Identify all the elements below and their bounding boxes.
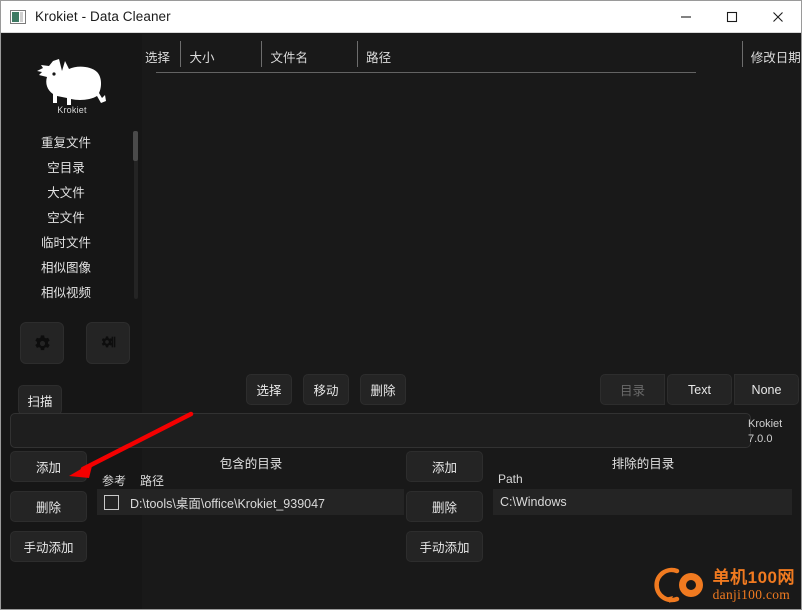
included-add-button[interactable]: 添加 bbox=[10, 451, 87, 482]
delete-button[interactable]: 删除 bbox=[360, 374, 406, 405]
excluded-column-headers: Path bbox=[498, 472, 523, 486]
window-title: Krokiet - Data Cleaner bbox=[35, 9, 171, 24]
select-button[interactable]: 选择 bbox=[246, 374, 292, 405]
included-column-headers: 参考 路径 bbox=[102, 472, 164, 489]
excluded-add-button[interactable]: 添加 bbox=[406, 451, 483, 482]
scan-button[interactable]: 扫描 bbox=[18, 385, 62, 415]
sidebar-nav: 重复文件 空目录 大文件 空文件 临时文件 相似图像 相似视频 bbox=[2, 129, 142, 304]
excluded-manual-add-button[interactable]: 手动添加 bbox=[406, 531, 483, 562]
results-column-headers: 选择 大小 文件名 路径 修改日期 bbox=[143, 41, 801, 73]
results-header-divider bbox=[156, 72, 696, 73]
minimize-icon bbox=[681, 15, 691, 18]
included-directories-panel: 添加 删除 手动添加 包含的目录 参考 路径 D:\tools\桌面\offic… bbox=[10, 451, 406, 603]
sidebar-item-temporary-files[interactable]: 临时文件 bbox=[2, 229, 130, 254]
application-window: Krokiet - Data Cleaner Krokiet 重复文件 空目录 … bbox=[0, 0, 802, 610]
status-message-box bbox=[10, 413, 751, 448]
version-label: Krokiet 7.0.0 bbox=[748, 413, 796, 447]
excluded-panel-title: 排除的目录 bbox=[611, 457, 675, 471]
included-panel-title: 包含的目录 bbox=[219, 457, 283, 471]
move-button[interactable]: 移动 bbox=[303, 374, 349, 405]
view-mode-none-button[interactable]: None bbox=[734, 374, 799, 405]
view-mode-directory-button[interactable]: 目录 bbox=[600, 374, 665, 405]
minimize-button[interactable] bbox=[663, 1, 709, 33]
krokiet-cow-logo-icon bbox=[37, 59, 106, 105]
sidebar-item-similar-images[interactable]: 相似图像 bbox=[2, 254, 130, 279]
gear-icon bbox=[34, 334, 50, 350]
excluded-panel-buttons: 添加 删除 手动添加 bbox=[406, 451, 483, 562]
settings-button[interactable] bbox=[20, 322, 64, 364]
excluded-column-path: Path bbox=[498, 472, 523, 486]
included-row-path: D:\tools\桌面\office\Krokiet_939047 bbox=[130, 496, 326, 511]
watermark-domain-text: danji100.com bbox=[712, 586, 791, 602]
danji100-logo-icon bbox=[654, 567, 703, 603]
close-button[interactable] bbox=[755, 1, 801, 33]
sidebar-item-empty-files[interactable]: 空文件 bbox=[2, 204, 130, 229]
view-mode-text-button[interactable]: Text bbox=[667, 374, 732, 405]
included-column-path: 路径 bbox=[140, 474, 165, 488]
settings-sliders-icon bbox=[101, 335, 115, 347]
action-toolbar: 选择 移动 删除 目录 Text None bbox=[143, 374, 801, 406]
logo-caption: Krokiet bbox=[57, 105, 87, 115]
column-header-path[interactable]: 路径 bbox=[357, 41, 742, 67]
maximize-button[interactable] bbox=[709, 1, 755, 33]
column-header-modified-date[interactable]: 修改日期 bbox=[741, 41, 801, 67]
sidebar-scrollbar-thumb[interactable] bbox=[133, 131, 138, 161]
close-icon bbox=[773, 11, 783, 22]
file-action-buttons: 选择 移动 删除 bbox=[246, 374, 406, 405]
sidebar-item-duplicate-files[interactable]: 重复文件 bbox=[2, 129, 130, 154]
excluded-delete-button[interactable]: 删除 bbox=[406, 491, 483, 522]
view-mode-buttons: 目录 Text None bbox=[600, 374, 799, 405]
list-item[interactable]: D:\tools\桌面\office\Krokiet_939047 bbox=[97, 489, 404, 515]
included-row-checkbox[interactable] bbox=[104, 494, 119, 510]
included-manual-add-button[interactable]: 手动添加 bbox=[10, 531, 87, 562]
included-panel-body: 包含的目录 参考 路径 D:\tools\桌面\office\Krokiet_9… bbox=[96, 451, 406, 603]
list-item[interactable]: C:\Windows bbox=[493, 489, 792, 515]
included-column-reference: 参考 bbox=[102, 474, 127, 488]
sidebar-icon-buttons bbox=[2, 304, 142, 364]
included-delete-button[interactable]: 删除 bbox=[10, 491, 87, 522]
about-button[interactable] bbox=[86, 322, 130, 364]
sidebar-scrollbar[interactable] bbox=[133, 131, 138, 299]
column-header-size[interactable]: 大小 bbox=[180, 41, 261, 67]
sidebar-item-similar-videos[interactable]: 相似视频 bbox=[2, 279, 130, 304]
app-window-icon bbox=[10, 9, 26, 24]
app-logo: Krokiet bbox=[2, 34, 142, 126]
version-number: 7.0.0 bbox=[748, 433, 773, 445]
title-bar: Krokiet - Data Cleaner bbox=[1, 1, 801, 33]
watermark: 单机100网 danji100.com bbox=[651, 565, 795, 605]
window-controls bbox=[663, 1, 801, 33]
excluded-row-path: C:\Windows bbox=[500, 495, 567, 509]
included-panel-buttons: 添加 删除 手动添加 bbox=[10, 451, 87, 562]
column-header-filename[interactable]: 文件名 bbox=[261, 41, 357, 67]
maximize-icon bbox=[726, 11, 738, 22]
column-header-select[interactable]: 选择 bbox=[143, 41, 180, 67]
sidebar-item-empty-directories[interactable]: 空目录 bbox=[2, 154, 130, 179]
watermark-chinese-text: 单机100网 bbox=[712, 567, 795, 587]
version-app-name: Krokiet bbox=[748, 418, 783, 430]
sidebar-item-big-files[interactable]: 大文件 bbox=[2, 179, 130, 204]
